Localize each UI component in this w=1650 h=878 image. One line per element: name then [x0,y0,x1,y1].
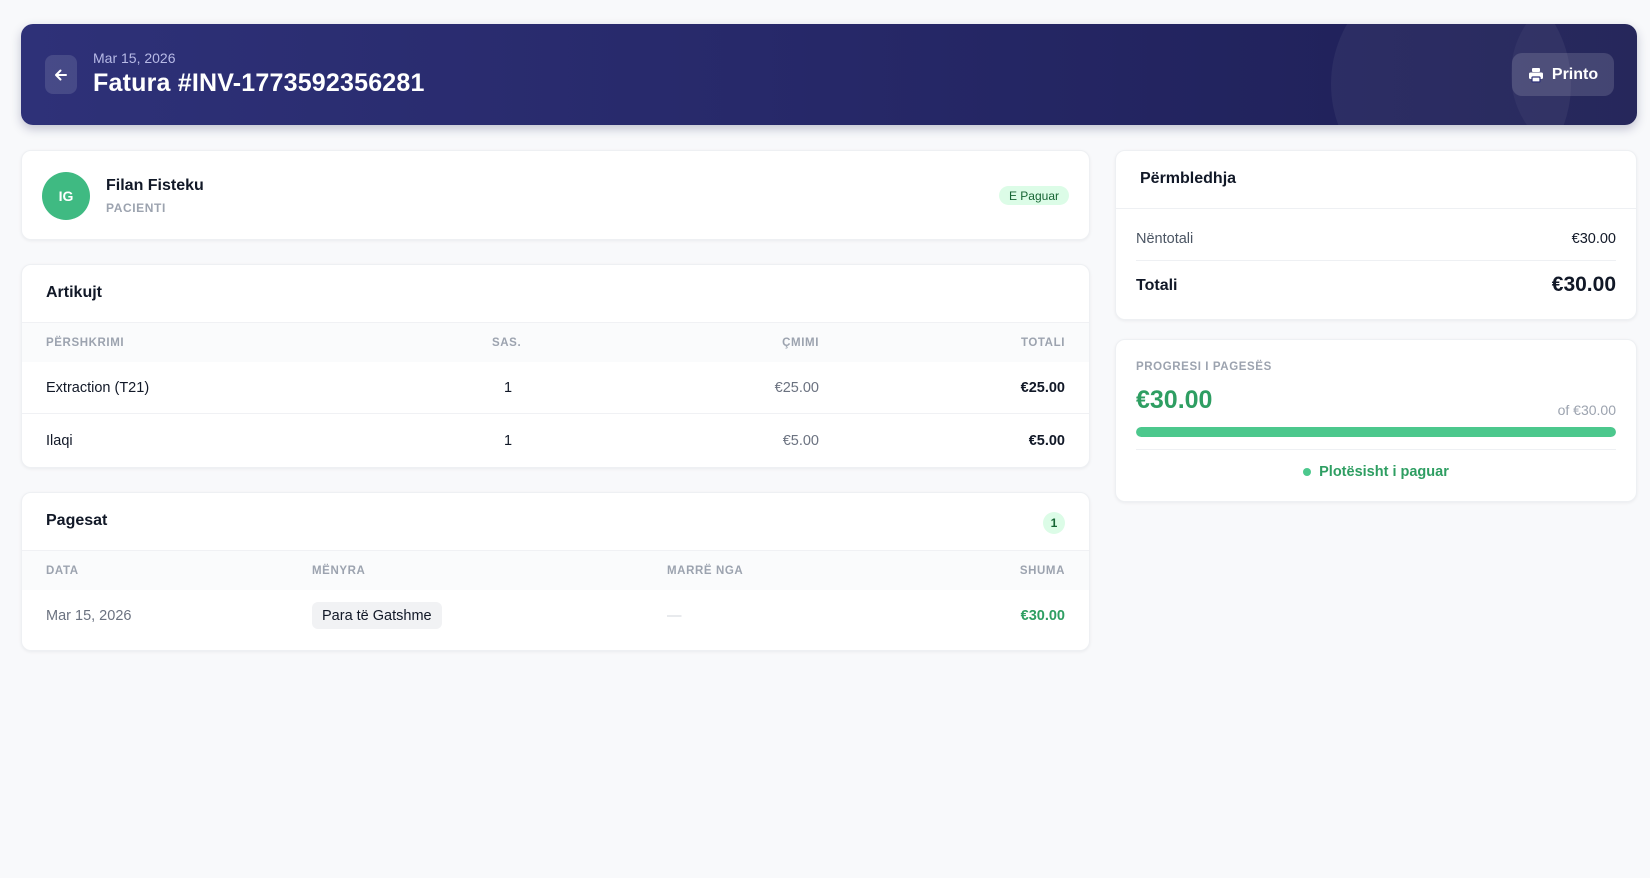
item-total: €5.00 [1028,433,1065,449]
item-price: €25.00 [774,380,819,396]
item-price: €5.00 [782,433,819,449]
print-button[interactable]: Printo [1512,53,1614,96]
subtotal-label: Nëntotali [1136,231,1194,247]
total-label: Totali [1136,277,1178,294]
item-description: Extraction (T21) [46,380,150,396]
summary-card: Përmbledhja Nëntotali €30.00 Totali €30.… [1115,150,1637,320]
printer-icon [1528,67,1543,83]
payments-count-badge: 1 [1043,512,1065,534]
payments-table-header: DATA MËNYRA MARRË NGA SHUMA [22,550,1089,590]
payments-card: Pagesat 1 DATA MËNYRA MARRË NGA SHUMA Ma… [21,492,1090,651]
payment-progress-card: PROGRESI I PAGESËS €30.00 of €30.00 Plot… [1115,339,1637,502]
arrow-left-icon [55,69,67,80]
divider [1136,260,1616,261]
item-total: €25.00 [1020,380,1065,396]
patient-name: Filan Fisteku [106,177,204,194]
invoice-header: Mar 15, 2026 Fatura #INV-1773592356281 P… [21,24,1637,125]
column-header-method: MËNYRA [312,565,366,577]
payment-status: Plotësisht i paguar [1116,464,1636,480]
column-header-received-by: MARRË NGA [667,565,744,577]
payments-title: Pagesat [46,512,108,529]
divider [1136,449,1616,450]
payment-received-by: — [667,608,682,624]
total-value: €30.00 [1551,273,1616,296]
column-header-total: TOTALI [1020,337,1065,349]
item-description: Ilaqi [46,433,73,449]
patient-card: IG Filan Fisteku PACIENTI E Paguar [21,150,1090,240]
items-table-header: PËRSHKRIMI SAS. ÇMIMI TOTALI [22,322,1089,362]
status-dot-icon [1303,468,1312,476]
payment-date: Mar 15, 2026 [46,608,132,624]
payment-status-text: Plotësisht i paguar [1319,464,1449,480]
progress-label: PROGRESI I PAGESËS [1136,361,1272,373]
table-row: Mar 15, 2026 Para të Gatshme — €30.00 [22,590,1089,642]
page-title: Fatura #INV-1773592356281 [93,69,425,97]
back-button[interactable] [45,55,77,94]
table-row: Ilaqi 1 €5.00 €5.00 [22,415,1089,467]
invoice-date: Mar 15, 2026 [93,50,176,66]
column-header-description: PËRSHKRIMI [46,337,125,349]
column-header-qty: SAS. [492,337,522,349]
paid-amount: €30.00 [1136,386,1213,414]
subtotal-value: €30.00 [1571,231,1616,247]
table-row: Extraction (T21) 1 €25.00 €25.00 [22,362,1089,414]
avatar: IG [42,172,90,220]
payment-amount: €30.00 [1020,608,1065,624]
column-header-price: ÇMIMI [782,337,819,349]
status-badge: E Paguar [998,186,1069,205]
items-title: Artikujt [46,284,102,301]
column-header-date: DATA [46,565,79,577]
progress-bar-fill [1136,427,1616,437]
summary-title: Përmbledhja [1140,170,1237,187]
item-qty: 1 [504,433,513,449]
progress-bar [1136,427,1616,437]
of-total: of €30.00 [1557,402,1616,418]
patient-role: PACIENTI [106,201,166,215]
print-label: Printo [1551,65,1599,83]
divider [1116,208,1636,209]
column-header-amount: SHUMA [1019,565,1065,577]
payment-method-chip: Para të Gatshme [312,602,442,629]
item-qty: 1 [504,380,513,396]
items-card: Artikujt PËRSHKRIMI SAS. ÇMIMI TOTALI Ex… [21,264,1090,468]
